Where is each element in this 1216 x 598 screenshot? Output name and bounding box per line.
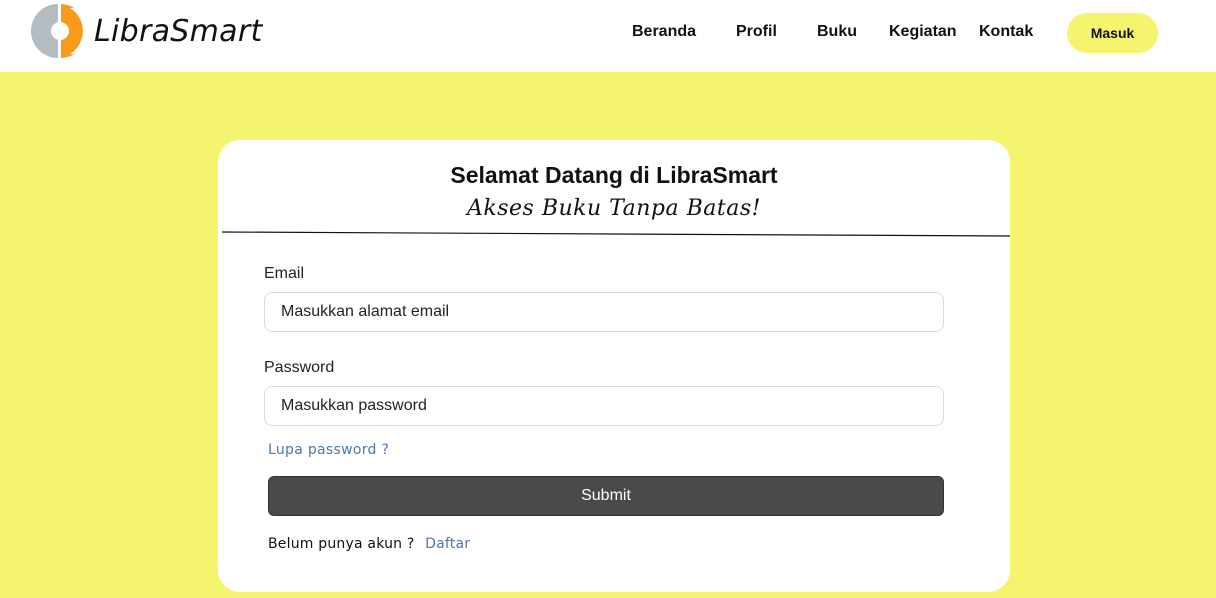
login-card: Selamat Datang di LibraSmart Akses Buku … <box>218 140 1010 592</box>
brand-logo[interactable]: LibraSmart <box>30 3 263 59</box>
register-prompt-row: Belum punya akun ? Daftar <box>268 536 470 552</box>
nav-item-kontak[interactable]: Kontak <box>979 22 1033 42</box>
nav-item-buku[interactable]: Buku <box>817 22 857 42</box>
email-field[interactable] <box>264 292 944 332</box>
password-label: Password <box>264 359 335 376</box>
librasmart-logo-icon <box>31 4 88 58</box>
title-divider <box>222 231 1010 237</box>
password-field[interactable] <box>264 386 944 426</box>
nav-item-profil[interactable]: Profil <box>736 22 777 42</box>
submit-button[interactable]: Submit <box>268 476 944 516</box>
login-button[interactable]: Masuk <box>1067 13 1158 53</box>
nav-item-kegiatan[interactable]: Kegiatan <box>889 22 957 42</box>
card-title: Selamat Datang di LibraSmart <box>450 162 778 188</box>
navbar: LibraSmart Beranda Profil Buku Kegiatan … <box>0 0 1216 72</box>
register-prompt-text: Belum punya akun ? <box>268 536 415 552</box>
register-link[interactable]: Daftar <box>425 536 470 552</box>
nav-item-beranda[interactable]: Beranda <box>632 22 696 42</box>
brand-name: LibraSmart <box>94 13 263 49</box>
forgot-password-link[interactable]: Lupa password ? <box>268 442 389 458</box>
email-label: Email <box>264 265 305 282</box>
card-subtitle: Akses Buku Tanpa Batas! <box>467 196 761 221</box>
